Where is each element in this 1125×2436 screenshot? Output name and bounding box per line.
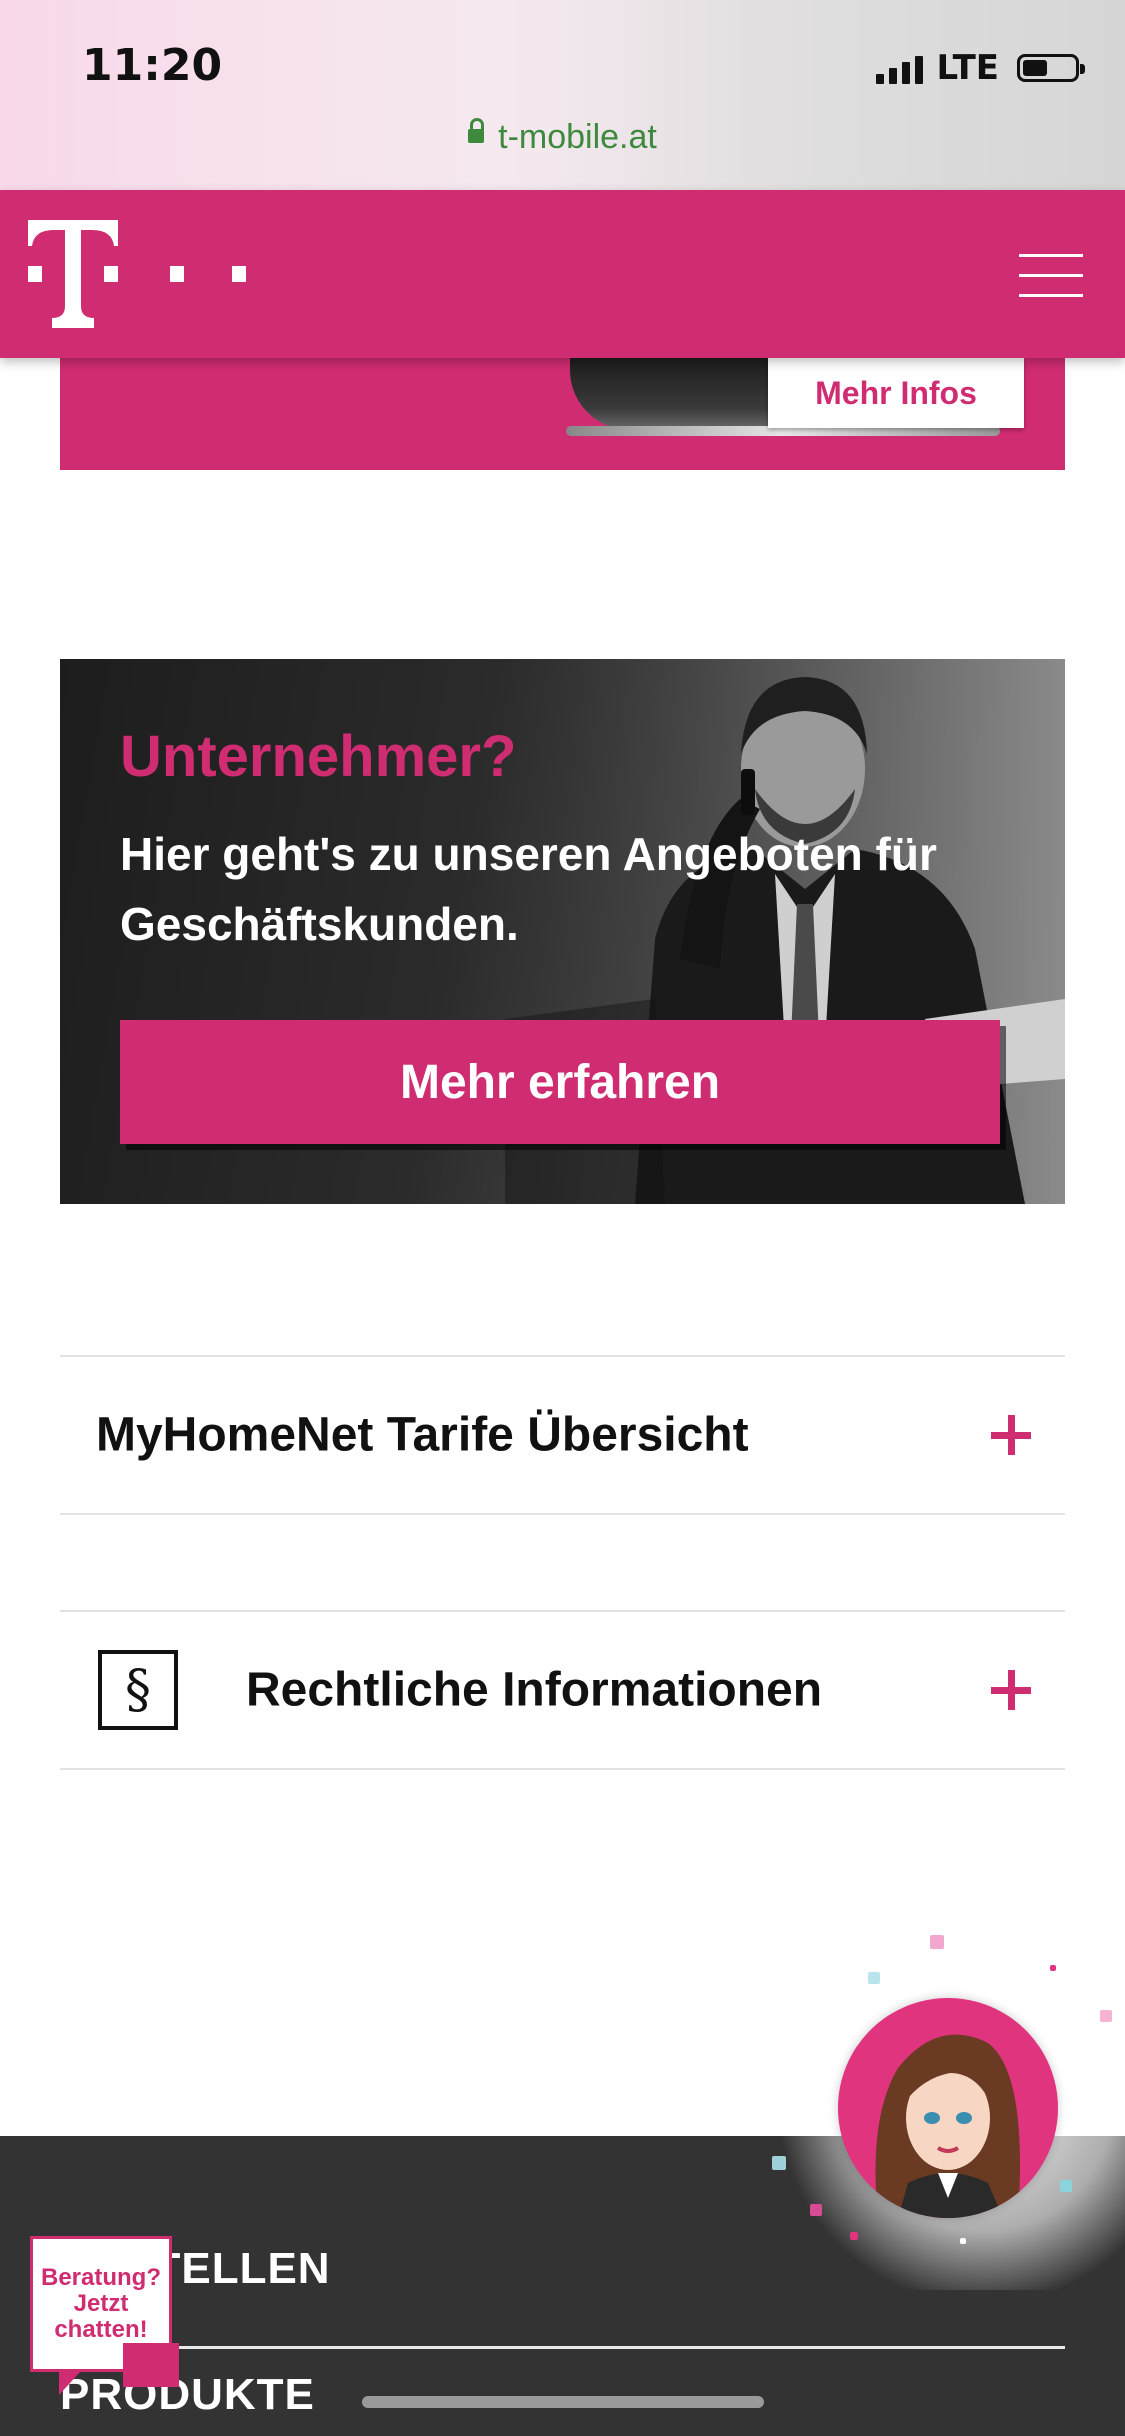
network-type: LTE	[936, 48, 999, 88]
sparkle-icon	[930, 1935, 944, 1949]
accordion-tarife[interactable]: MyHomeNet Tarife Übersicht	[60, 1355, 1065, 1515]
hamburger-menu-icon[interactable]	[1019, 254, 1083, 298]
sparkle-icon	[868, 1972, 880, 1984]
chat-line-2: Jetzt	[73, 2290, 129, 2317]
sparkle-icon	[1060, 2180, 1072, 2192]
chat-line-3: chatten!	[54, 2316, 148, 2343]
telekom-logo[interactable]	[28, 220, 268, 330]
accordion-label: MyHomeNet Tarife Übersicht	[96, 1408, 749, 1462]
paragraph-icon: §	[98, 1650, 178, 1730]
address-bar[interactable]: t-mobile.at	[0, 118, 1125, 157]
assistant-face-icon	[875, 2034, 1020, 2218]
signal-icon	[875, 52, 923, 84]
plus-icon[interactable]	[991, 1670, 1031, 1710]
sparkle-icon	[1050, 1965, 1056, 1971]
accordion-label: Rechtliche Informationen	[246, 1663, 823, 1717]
sparkle-icon	[810, 2204, 822, 2216]
status-time: 11:20	[82, 40, 223, 91]
business-teaser: Unternehmer? Hier geht's zu unseren Ange…	[60, 659, 1065, 1204]
status-bar: 11:20 LTE t-mobile.at	[0, 0, 1125, 190]
sparkle-icon	[850, 2232, 858, 2240]
home-indicator	[362, 2396, 764, 2408]
sparkle-icon	[772, 2156, 786, 2170]
chat-bubble-tail	[59, 2371, 81, 2395]
mehr-infos-button[interactable]: Mehr Infos	[768, 358, 1024, 428]
chat-line-1: Beratung?	[41, 2264, 161, 2291]
chat-button[interactable]: Beratung? Jetzt chatten!	[30, 2236, 179, 2395]
accordion-rechtliche-informationen[interactable]: § Rechtliche Informationen	[60, 1610, 1065, 1770]
sparkle-icon	[1100, 2010, 1112, 2022]
url-text: t-mobile.at	[498, 118, 657, 156]
site-header	[0, 190, 1125, 358]
status-icons: LTE	[875, 48, 1085, 88]
chat-assistant-avatar[interactable]	[838, 1998, 1058, 2218]
chat-label: Beratung? Jetzt chatten!	[41, 2265, 161, 2343]
business-title: Unternehmer?	[120, 724, 517, 789]
footer-link-produkte[interactable]: PRODUKTE	[60, 2370, 315, 2420]
battery-icon	[1017, 54, 1085, 82]
chat-bubble-corner	[123, 2343, 179, 2387]
plus-icon[interactable]	[991, 1415, 1031, 1455]
business-description: Hier geht's zu unseren Angeboten für Ges…	[120, 828, 937, 950]
mehr-erfahren-button[interactable]: Mehr erfahren	[120, 1020, 1000, 1144]
footer-divider	[60, 2346, 1065, 2349]
lock-icon	[468, 118, 485, 144]
sparkle-icon	[960, 2238, 966, 2244]
promo-banner: Mehr Infos	[60, 358, 1065, 470]
